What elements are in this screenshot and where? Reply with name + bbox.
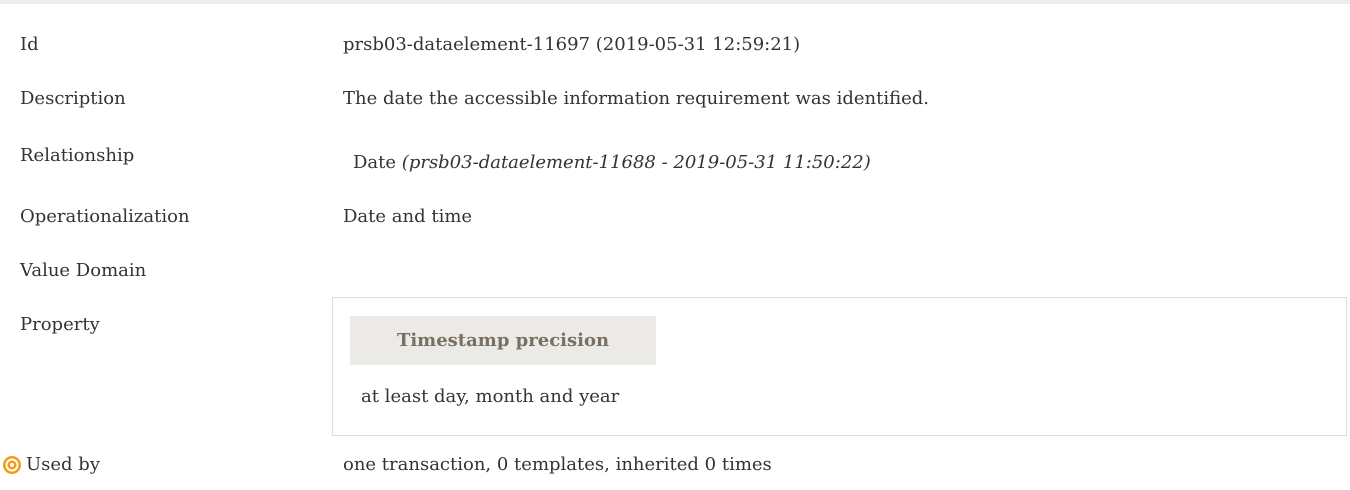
- top-divider: [0, 0, 1350, 4]
- relationship-name: Date: [353, 152, 397, 173]
- property-value: at least day, month and year: [361, 386, 620, 407]
- used-by-value[interactable]: one transaction, 0 templates, inherited …: [343, 454, 772, 475]
- relationship-target-link[interactable]: (prsb03-dataelement-11688 - 2019-05-31 1…: [402, 152, 871, 173]
- description-value: The date the accessible information requ…: [343, 88, 930, 109]
- value-domain-label: Value Domain: [20, 260, 147, 281]
- description-label: Description: [20, 88, 126, 109]
- id-value: prsb03-dataelement-11697 (2019-05-31 12:…: [343, 34, 801, 55]
- operationalization-value: Date and time: [343, 206, 473, 227]
- property-label: Property: [20, 314, 100, 335]
- used-by-label: Used by: [26, 454, 100, 475]
- target-icon: [2, 455, 22, 475]
- relationship-label: Relationship: [20, 145, 135, 166]
- relationship-value: Date (prsb03-dataelement-11688 - 2019-05…: [353, 152, 871, 173]
- id-label: Id: [20, 34, 39, 55]
- property-header: Timestamp precision: [350, 316, 656, 365]
- operationalization-label: Operationalization: [20, 206, 190, 227]
- property-box: Timestamp precision at least day, month …: [332, 297, 1347, 436]
